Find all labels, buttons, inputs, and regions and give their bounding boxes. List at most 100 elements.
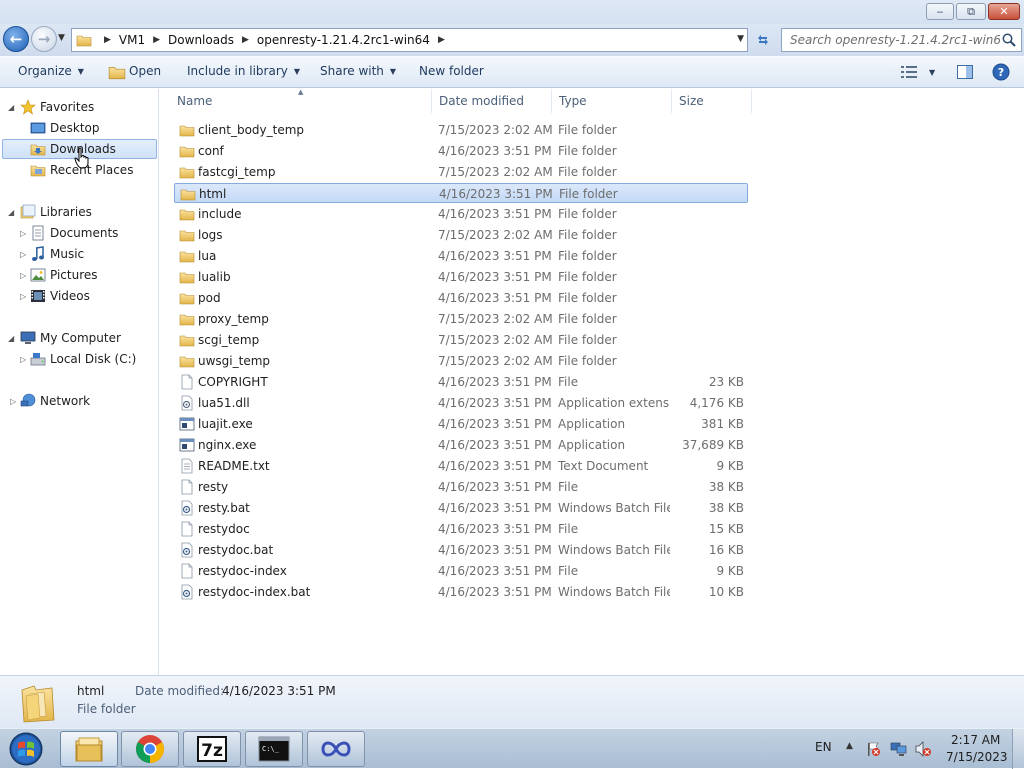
address-history-dropdown[interactable]: ▼ bbox=[737, 34, 744, 44]
nav-my-computer[interactable]: My Computer bbox=[20, 328, 121, 348]
clock-time[interactable]: 2:17 AM bbox=[951, 733, 1000, 747]
file-size: 23 KB bbox=[708, 375, 744, 389]
nav-network[interactable]: Network bbox=[20, 391, 90, 411]
breadcrumb-openresty[interactable]: openresty-1.21.4.2rc1-win64 ▶ bbox=[257, 33, 453, 47]
network-status-icon[interactable] bbox=[890, 741, 908, 757]
show-desktop-button[interactable] bbox=[1012, 729, 1024, 769]
file-row-restydoc-index-bat[interactable]: restydoc-index.bat 4/16/2023 3:51 PM Windo… bbox=[174, 582, 748, 602]
column-header-type[interactable]: Type bbox=[552, 89, 672, 113]
details-view-icon bbox=[901, 66, 917, 78]
nav-documents[interactable]: Documents bbox=[30, 223, 118, 243]
search-icon[interactable] bbox=[1001, 32, 1017, 48]
file-row-logs[interactable]: logs 7/15/2023 2:02 AM File folder bbox=[174, 225, 748, 245]
close-button[interactable]: ✕ bbox=[988, 3, 1020, 20]
forward-button[interactable]: → bbox=[31, 26, 57, 52]
expand-triangle-icon[interactable]: ◢ bbox=[8, 208, 14, 217]
nav-pictures[interactable]: Pictures bbox=[30, 265, 98, 285]
collapse-triangle-icon[interactable]: ▷ bbox=[20, 250, 26, 259]
minimize-button[interactable]: ‒ bbox=[926, 3, 954, 20]
taskbar-app-button[interactable] bbox=[307, 731, 365, 767]
column-header-size[interactable]: Size bbox=[672, 89, 752, 113]
file-size: 16 KB bbox=[708, 543, 744, 557]
file-row-conf[interactable]: conf 4/16/2023 3:51 PM File folder bbox=[174, 141, 748, 161]
file-row-fastcgi-temp[interactable]: fastcgi_temp 7/15/2023 2:02 AM File folder bbox=[174, 162, 748, 182]
nav-libraries[interactable]: Libraries bbox=[20, 202, 92, 222]
breadcrumb-arrow-icon[interactable]: ▶ bbox=[242, 35, 249, 45]
file-row-luajit-exe[interactable]: luajit.exe 4/16/2023 3:51 PM Application 38… bbox=[174, 414, 748, 434]
file-row-proxy-temp[interactable]: proxy_temp 7/15/2023 2:02 AM File folder bbox=[174, 309, 748, 329]
collapse-triangle-icon[interactable]: ▷ bbox=[20, 292, 26, 301]
taskbar-7zip-button[interactable]: 7z bbox=[183, 731, 241, 767]
explorer-window: ‒ ⧉ ✕ ← → ▼ ▶ VM1 ▶ Downloads ▶ openresty-… bbox=[0, 0, 1024, 728]
collapse-triangle-icon[interactable]: ▷ bbox=[20, 271, 26, 280]
taskbar-cmd-button[interactable]: C:\_ bbox=[245, 731, 303, 767]
expand-triangle-icon[interactable]: ◢ bbox=[8, 103, 14, 112]
file-row-readme-txt[interactable]: README.txt 4/16/2023 3:51 PM Text Document… bbox=[174, 456, 748, 476]
file-row-lualib[interactable]: lualib 4/16/2023 3:51 PM File folder bbox=[174, 267, 748, 287]
column-header-date-modified[interactable]: Date modified bbox=[432, 89, 552, 113]
nav-music[interactable]: Music bbox=[30, 244, 84, 264]
file-row-scgi-temp[interactable]: scgi_temp 7/15/2023 2:02 AM File folder bbox=[174, 330, 748, 350]
show-hidden-icons-button[interactable]: ▲ bbox=[846, 741, 853, 751]
file-row-lua51-dll[interactable]: lua51.dll 4/16/2023 3:51 PM Application ex… bbox=[174, 393, 748, 413]
file-row-include[interactable]: include 4/16/2023 3:51 PM File folder bbox=[174, 204, 748, 224]
taskbar: 7z C:\_ EN ▲ 2:17 AM 7/15/2023 bbox=[0, 728, 1024, 769]
file-row-html[interactable]: html 4/16/2023 3:51 PM File folder bbox=[174, 183, 748, 203]
file-row-nginx-exe[interactable]: nginx.exe 4/16/2023 3:51 PM Application 37,… bbox=[174, 435, 748, 455]
file-row-resty[interactable]: resty 4/16/2023 3:51 PM File 38 KB bbox=[174, 477, 748, 497]
file-row-pod[interactable]: pod 4/16/2023 3:51 PM File folder bbox=[174, 288, 748, 308]
include-in-library-button[interactable]: Include in library ▼ bbox=[187, 64, 300, 78]
breadcrumb-arrow-icon[interactable]: ▶ bbox=[153, 35, 160, 45]
back-button[interactable]: ← bbox=[3, 26, 29, 52]
nav-local-disk[interactable]: Local Disk (C:) bbox=[30, 349, 136, 369]
address-bar[interactable]: ▶ VM1 ▶ Downloads ▶ openresty-1.21.4.2rc1-… bbox=[71, 28, 748, 52]
preview-pane-button[interactable] bbox=[957, 65, 973, 79]
breadcrumb-vm1[interactable]: VM1 ▶ bbox=[119, 33, 168, 47]
file-row-client-body-temp[interactable]: client_body_temp 7/15/2023 2:02 AM File fo… bbox=[174, 120, 748, 140]
language-indicator[interactable]: EN bbox=[815, 740, 832, 754]
file-row-restydoc-index[interactable]: restydoc-index 4/16/2023 3:51 PM File 9 KB bbox=[174, 561, 748, 581]
folder-icon bbox=[179, 272, 195, 284]
open-folder-icon bbox=[108, 67, 126, 80]
nav-recent-places[interactable]: Recent Places bbox=[30, 160, 133, 180]
recent-pages-dropdown[interactable]: ▼ bbox=[58, 33, 65, 43]
file-row-restydoc-bat[interactable]: restydoc.bat 4/16/2023 3:51 PM Windows Bat… bbox=[174, 540, 748, 560]
collapse-triangle-icon[interactable]: ▷ bbox=[20, 355, 26, 364]
file-row-lua[interactable]: lua 4/16/2023 3:51 PM File folder bbox=[174, 246, 748, 266]
collapse-triangle-icon[interactable]: ▷ bbox=[10, 397, 16, 406]
start-button[interactable] bbox=[6, 731, 46, 767]
file-row-copyright[interactable]: COPYRIGHT 4/16/2023 3:51 PM File 23 KB bbox=[174, 372, 748, 392]
new-folder-button[interactable]: New folder bbox=[419, 64, 484, 78]
refresh-button[interactable] bbox=[751, 28, 775, 52]
file-row-resty-bat[interactable]: resty.bat 4/16/2023 3:51 PM Windows Batch … bbox=[174, 498, 748, 518]
clock-date[interactable]: 7/15/2023 bbox=[946, 750, 1008, 764]
volume-muted-icon[interactable] bbox=[914, 741, 932, 757]
search-box[interactable] bbox=[781, 28, 1022, 52]
file-type: File folder bbox=[558, 207, 617, 221]
expand-triangle-icon[interactable]: ◢ bbox=[8, 334, 14, 343]
maximize-button[interactable]: ⧉ bbox=[956, 3, 986, 20]
change-view-button[interactable]: ▼ bbox=[901, 65, 935, 79]
column-header-name[interactable]: Name bbox=[170, 89, 432, 113]
file-name: scgi_temp bbox=[198, 333, 260, 347]
organize-button[interactable]: Organize ▼ bbox=[18, 64, 84, 78]
file-date-modified: 4/16/2023 3:51 PM bbox=[438, 291, 552, 305]
maximize-icon: ⧉ bbox=[967, 5, 975, 18]
collapse-triangle-icon[interactable]: ▷ bbox=[20, 229, 26, 238]
exe-icon bbox=[179, 417, 195, 431]
help-button[interactable]: ? bbox=[992, 63, 1010, 81]
open-button[interactable]: Open bbox=[129, 64, 161, 78]
search-input[interactable] bbox=[790, 33, 1000, 47]
action-center-flag-icon[interactable] bbox=[865, 741, 881, 757]
share-with-button[interactable]: Share with ▼ bbox=[320, 64, 396, 78]
file-row-restydoc[interactable]: restydoc 4/16/2023 3:51 PM File 15 KB bbox=[174, 519, 748, 539]
file-row-uwsgi-temp[interactable]: uwsgi_temp 7/15/2023 2:02 AM File folder bbox=[174, 351, 748, 371]
breadcrumb-arrow-icon[interactable]: ▶ bbox=[438, 35, 445, 45]
breadcrumb-downloads[interactable]: Downloads ▶ bbox=[168, 33, 257, 47]
taskbar-chrome-button[interactable] bbox=[121, 731, 179, 767]
breadcrumb-arrow-icon[interactable]: ▶ bbox=[104, 35, 111, 45]
taskbar-explorer-button[interactable] bbox=[60, 731, 118, 767]
nav-desktop[interactable]: Desktop bbox=[30, 118, 100, 138]
nav-favorites[interactable]: Favorites bbox=[20, 97, 94, 117]
nav-videos[interactable]: Videos bbox=[30, 286, 90, 306]
